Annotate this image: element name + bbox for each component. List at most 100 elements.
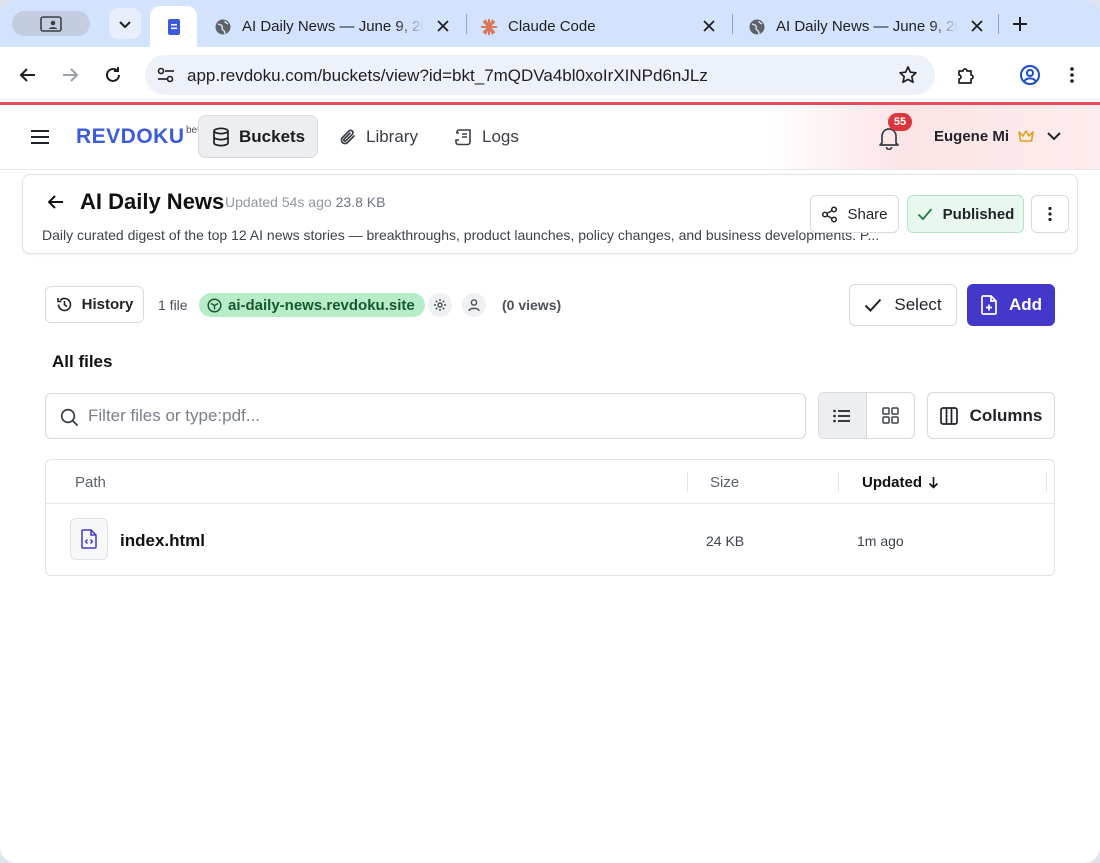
tab-ai-daily-news-1[interactable]: AI Daily News — June 9, 2025 bbox=[206, 6, 462, 47]
column-header-path[interactable]: Path bbox=[75, 474, 106, 491]
site-settings-button[interactable] bbox=[428, 293, 452, 317]
file-name[interactable]: index.html bbox=[120, 531, 205, 551]
columns-label: Columns bbox=[969, 405, 1043, 425]
user-name: Eugene Mi bbox=[934, 127, 1010, 145]
share-button[interactable]: Share bbox=[810, 195, 899, 233]
revdoku-favicon-icon bbox=[167, 18, 180, 35]
page-title: AI Daily News bbox=[80, 189, 225, 214]
chevron-down-icon bbox=[1047, 127, 1065, 145]
check-icon bbox=[917, 205, 935, 223]
account-circle-icon bbox=[1020, 65, 1040, 85]
column-divider[interactable] bbox=[838, 472, 839, 492]
url-text: app.revdoku.com/buckets/view?id=bkt_7mQD… bbox=[187, 66, 708, 85]
list-view-button[interactable] bbox=[819, 393, 867, 438]
published-button[interactable]: Published bbox=[907, 195, 1024, 233]
nav-library[interactable]: Library bbox=[326, 115, 430, 158]
claude-asterisk-icon bbox=[480, 18, 498, 36]
nav-buckets[interactable]: Buckets bbox=[198, 115, 319, 158]
list-icon bbox=[833, 409, 851, 422]
file-plus-icon bbox=[980, 295, 1000, 315]
back-to-buckets-button[interactable] bbox=[45, 191, 67, 213]
search-icon bbox=[60, 407, 80, 427]
scroll-icon bbox=[454, 127, 474, 147]
nav-logs[interactable]: Logs bbox=[442, 115, 531, 158]
close-tab-icon[interactable] bbox=[434, 17, 452, 35]
browser-menu-button[interactable] bbox=[1058, 61, 1086, 89]
tab-title: AI Daily News — June 9, 2025 bbox=[776, 18, 958, 35]
history-button[interactable]: History bbox=[45, 286, 144, 323]
arrow-left-icon bbox=[19, 68, 35, 82]
vertical-dots-icon bbox=[1048, 206, 1052, 222]
nav-buckets-label: Buckets bbox=[239, 126, 306, 146]
filter-input[interactable] bbox=[88, 404, 788, 428]
extensions-button[interactable] bbox=[952, 61, 980, 89]
notification-count-badge: 55 bbox=[888, 113, 912, 131]
profile-button[interactable] bbox=[1016, 61, 1044, 89]
bucket-header-card: AI Daily News Updated 54s ago 23.8 KB Dai… bbox=[22, 174, 1078, 254]
new-tab-button[interactable] bbox=[1008, 12, 1032, 36]
profile-switcher[interactable] bbox=[12, 11, 90, 36]
select-label: Select bbox=[894, 295, 942, 314]
view-count: (0 views) bbox=[502, 297, 562, 313]
column-header-size[interactable]: Size bbox=[710, 474, 739, 491]
reload-icon bbox=[106, 67, 120, 82]
nav-logs-label: Logs bbox=[482, 126, 519, 146]
tab-separator bbox=[466, 14, 467, 34]
table-row[interactable]: index.html 24 KB 1m ago bbox=[46, 504, 1054, 575]
nav-library-label: Library bbox=[366, 126, 418, 146]
column-header-updated[interactable]: Updated bbox=[862, 474, 940, 491]
hamburger-icon bbox=[31, 130, 49, 144]
file-count: 1 file bbox=[158, 297, 188, 313]
select-button[interactable]: Select bbox=[849, 284, 957, 326]
close-tab-icon[interactable] bbox=[968, 17, 986, 35]
share-icon bbox=[821, 205, 839, 223]
file-size: 24 KB bbox=[706, 533, 745, 549]
menu-button[interactable] bbox=[28, 125, 52, 149]
view-mode-toggle bbox=[818, 392, 915, 439]
files-table: Path Size Updated index.html 24 KB 1m ag… bbox=[45, 459, 1055, 576]
column-header-updated-label: Updated bbox=[862, 474, 922, 491]
bookmark-star-icon[interactable] bbox=[897, 64, 919, 86]
vertical-dots-icon bbox=[1070, 67, 1074, 83]
more-options-button[interactable] bbox=[1031, 195, 1069, 233]
paperclip-icon bbox=[338, 127, 358, 147]
plus-icon bbox=[1013, 17, 1027, 31]
column-divider[interactable] bbox=[1046, 472, 1047, 492]
published-label: Published bbox=[942, 205, 1015, 223]
add-label: Add bbox=[1008, 295, 1043, 314]
updated-time: Updated 54s ago bbox=[225, 194, 332, 210]
check-icon bbox=[864, 295, 884, 315]
user-menu[interactable]: Eugene Mi bbox=[934, 127, 1065, 145]
back-button[interactable] bbox=[14, 61, 42, 89]
bucket-size: 23.8 KB bbox=[335, 194, 386, 210]
column-divider[interactable] bbox=[687, 472, 688, 492]
history-icon bbox=[56, 296, 74, 314]
grid-view-button[interactable] bbox=[867, 393, 915, 438]
columns-button[interactable]: Columns bbox=[927, 392, 1055, 439]
tab-ai-daily-news-2[interactable]: AI Daily News — June 9, 2025 bbox=[740, 6, 996, 47]
site-settings-icon[interactable] bbox=[153, 62, 179, 88]
address-bar[interactable]: app.revdoku.com/buckets/view?id=bkt_7mQD… bbox=[145, 55, 935, 95]
tab-claude-code[interactable]: Claude Code bbox=[472, 6, 728, 47]
globe-icon bbox=[214, 18, 232, 36]
brand-logo[interactable]: REVDOKU bbox=[76, 125, 185, 149]
gear-icon bbox=[434, 299, 446, 311]
site-domain-link[interactable]: ai-daily-news.revdoku.site bbox=[199, 293, 425, 317]
grid-icon bbox=[882, 407, 899, 424]
table-header: Path Size Updated bbox=[46, 460, 1054, 504]
browser-toolbar: app.revdoku.com/buckets/view?id=bkt_7mQD… bbox=[0, 47, 1100, 103]
puzzle-icon bbox=[958, 68, 974, 84]
tab-revdoku[interactable] bbox=[150, 6, 197, 47]
tab-search-button[interactable] bbox=[109, 8, 141, 39]
chevron-down-icon bbox=[119, 20, 131, 28]
reload-button[interactable] bbox=[99, 61, 127, 89]
add-file-button[interactable]: Add bbox=[967, 284, 1055, 326]
close-tab-icon[interactable] bbox=[700, 17, 718, 35]
arrow-left-icon bbox=[48, 195, 63, 209]
site-access-button[interactable] bbox=[462, 293, 486, 317]
forward-button[interactable] bbox=[56, 61, 84, 89]
tab-title: AI Daily News — June 9, 2025 bbox=[242, 18, 424, 35]
filter-box bbox=[45, 393, 806, 439]
share-label: Share bbox=[847, 205, 888, 223]
globe-icon bbox=[748, 18, 766, 36]
